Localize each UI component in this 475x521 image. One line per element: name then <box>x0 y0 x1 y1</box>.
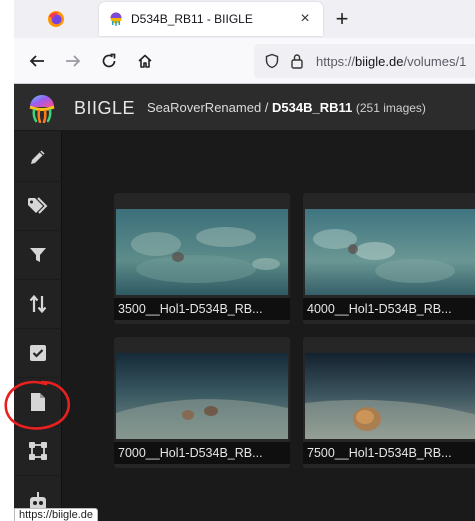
sidebar-item-select[interactable] <box>14 329 62 378</box>
lock-icon[interactable] <box>290 53 304 69</box>
pencil-icon <box>31 150 45 164</box>
image-caption: 4000__Hol1-D534B_RB... <box>303 298 475 320</box>
image-caption: 7000__Hol1-D534B_RB... <box>114 442 290 464</box>
url-path: /volumes/1 <box>403 54 467 69</box>
shield-icon[interactable] <box>264 53 280 69</box>
url-text[interactable]: https://biigle.de/volumes/1 <box>316 54 466 69</box>
arrow-right-icon <box>66 55 81 67</box>
sidebar-item-labels[interactable] <box>14 182 62 231</box>
breadcrumb-volume: D534B_RB11 <box>272 100 353 115</box>
url-bar[interactable]: https://biigle.de/volumes/1 <box>254 44 475 78</box>
home-button[interactable] <box>131 47 159 75</box>
app-header: BIIGLE SeaRoverRenamed / D534B_RB11 (251… <box>14 84 475 131</box>
screenshot-margin <box>0 0 14 521</box>
image-caption: 3500__Hol1-D534B_RB... <box>114 298 290 320</box>
biigle-logo-icon[interactable] <box>28 93 56 123</box>
thumbnail-image <box>116 353 288 439</box>
navigation-bar: https://biigle.de/volumes/1 <box>14 38 475 84</box>
vector-square-icon <box>29 442 47 460</box>
sidebar-item-annotations[interactable] <box>14 427 62 476</box>
check-square-icon <box>30 345 46 361</box>
tab-close-button[interactable]: × <box>293 7 317 31</box>
reload-button[interactable] <box>95 47 123 75</box>
tab-title: D534B_RB11 - BIIGLE <box>131 12 253 26</box>
thumbnail-image <box>305 209 475 295</box>
thumbnail-image <box>116 209 288 295</box>
thumbnail-image <box>305 353 475 439</box>
forward-button[interactable] <box>59 47 87 75</box>
breadcrumb-separator: / <box>261 100 273 115</box>
breadcrumb-project[interactable]: SeaRoverRenamed <box>147 100 261 115</box>
breadcrumb: SeaRoverRenamed / D534B_RB11 (251 images… <box>147 100 426 115</box>
tab-pinned-firefox[interactable] <box>14 0 98 38</box>
image-thumbnail[interactable]: 3500__Hol1-D534B_RB... <box>114 193 290 324</box>
sidebar <box>14 131 62 521</box>
url-domain: biigle.de <box>355 54 404 69</box>
url-prefix: https:// <box>316 54 356 69</box>
firefox-icon <box>48 11 64 27</box>
back-button[interactable] <box>23 47 51 75</box>
image-thumbnail[interactable]: 7500__Hol1-D534B_RB... <box>303 337 475 468</box>
new-tab-button[interactable]: + <box>330 6 354 31</box>
sidebar-item-annotate[interactable] <box>14 133 62 182</box>
biigle-favicon-icon <box>110 12 122 26</box>
status-bar-url: https://biigle.de <box>14 508 98 521</box>
sidebar-item-reports[interactable] <box>14 378 62 427</box>
image-count: (251 images) <box>355 101 426 115</box>
arrow-left-icon <box>29 55 44 67</box>
image-thumbnail[interactable]: 7000__Hol1-D534B_RB... <box>114 337 290 468</box>
image-caption: 7500__Hol1-D534B_RB... <box>303 442 475 464</box>
sort-icon <box>29 294 47 314</box>
filter-icon <box>30 248 46 262</box>
tags-icon <box>28 197 48 214</box>
sidebar-item-filter[interactable] <box>14 231 62 280</box>
tab-active[interactable]: D534B_RB11 - BIIGLE × <box>99 2 323 36</box>
file-icon <box>31 393 45 411</box>
image-thumbnail[interactable]: 4000__Hol1-D534B_RB... <box>303 193 475 324</box>
home-icon <box>138 54 152 68</box>
sidebar-item-sort[interactable] <box>14 280 62 329</box>
reload-icon <box>102 53 116 68</box>
brand-name[interactable]: BIIGLE <box>74 98 135 119</box>
image-grid: 3500__Hol1-D534B_RB... 4000__Hol1-D534B_… <box>62 131 475 521</box>
